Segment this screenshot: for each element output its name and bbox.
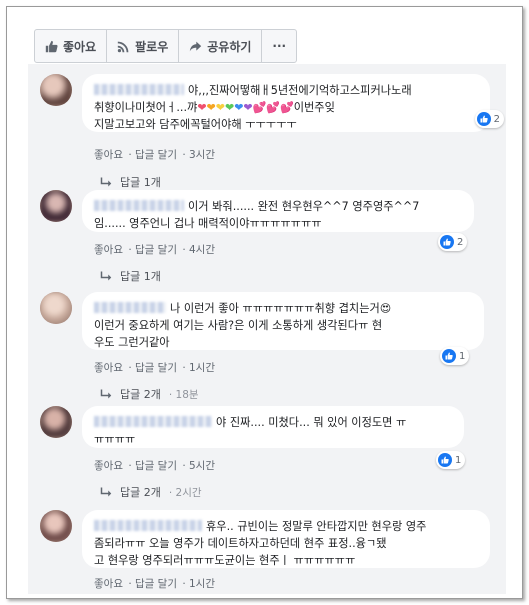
comment-time[interactable]: 5시간: [189, 460, 215, 472]
comment-text-line: 이런거 중요하게 여기는 사람?은 이게 소통하게 생각된다ㅠ 현: [94, 319, 383, 332]
comment-bubble: 휴우.. 규빈이는 정말루 안타깝지만 현우랑 영주 좀되라ㅠㅠ 오늘 영주가 …: [82, 510, 490, 568]
follow-button-label: 팔로우: [135, 39, 169, 54]
view-replies-link[interactable]: 답글 2개 · 18분: [100, 386, 199, 402]
more-options-icon: ···: [272, 39, 287, 53]
reply-arrow-icon: [100, 271, 112, 281]
commenter-name-blurred[interactable]: [94, 416, 212, 427]
comment-text-line: 야 진짜.... 미쳤다... 뭐 있어 이정도면 ㅠ: [216, 416, 407, 429]
post-action-bar: 좋아요 팔로우 공유하기 ···: [34, 29, 298, 63]
like-link[interactable]: 좋아요: [94, 362, 123, 374]
reply-link[interactable]: 답글 달기: [135, 460, 177, 472]
comment-text-line: 야,,,진짜어떻해ㅐ5년전에기억하고스피커나노래: [188, 84, 412, 97]
comment-actions: 좋아요 · 답글 달기 · 5시간: [94, 460, 216, 472]
comment-time[interactable]: 1시간: [189, 578, 215, 590]
share-button[interactable]: 공유하기: [179, 30, 263, 62]
screenshot-frame: 좋아요 팔로우 공유하기 ··· 야,,,진짜어떻해ㅐ5년전에기억하고스피커나노…: [6, 6, 523, 599]
avatar[interactable]: [40, 510, 72, 542]
commenter-name-blurred[interactable]: [94, 520, 202, 531]
thumbs-up-icon: [45, 40, 58, 52]
comment-actions: 좋아요 · 답글 달기 · 4시간: [94, 244, 216, 256]
comment-text-line: 좀되라ㅠㅠ 오늘 영주가 데이트하자고하던데 현주 표정..융ㄱ됐: [94, 537, 387, 550]
rss-icon: [117, 41, 129, 52]
commenter-name-blurred[interactable]: [94, 302, 166, 313]
view-replies-link[interactable]: 답글 2개 · 2시간: [100, 484, 202, 500]
comment-text-line: 나 이런거 좋아 ㅠㅠㅠㅠㅠㅠㅠ취향 겹치는거: [170, 302, 380, 315]
comment-time[interactable]: 4시간: [189, 244, 215, 256]
comment-actions: 좋아요 · 답글 달기 · 1시간: [94, 578, 216, 590]
comment-text-line: 취향이나미쳣어ㅓ...꺄: [94, 101, 198, 114]
reply-arrow-icon: [100, 389, 112, 399]
like-link[interactable]: 좋아요: [94, 244, 123, 256]
share-arrow-icon: [190, 41, 202, 51]
comment-bubble: 야,,,진짜어떻해ㅐ5년전에기억하고스피커나노래 취향이나미쳣어ㅓ...꺄❤❤❤…: [82, 74, 504, 132]
comment-bubble: 이거 봐줘...... 완전 현우현우^^7 영주영주^^7 임...... 영…: [82, 190, 474, 232]
reply-link[interactable]: 답글 달기: [135, 149, 177, 161]
avatar[interactable]: [40, 292, 72, 324]
like-reaction-icon: [438, 453, 452, 467]
avatar[interactable]: [40, 406, 72, 438]
comment-actions: 좋아요 · 답글 달기 · 1시간: [94, 362, 216, 374]
reply-link[interactable]: 답글 달기: [135, 244, 177, 256]
comment-text-line: 우도 그런거같아: [94, 336, 170, 349]
like-link[interactable]: 좋아요: [94, 578, 123, 590]
view-replies-link[interactable]: 답글 1개: [100, 268, 161, 284]
reply-time: · 2시간: [168, 486, 202, 499]
view-replies-link[interactable]: 답글 1개: [100, 174, 161, 190]
reaction-count[interactable]: 1: [440, 347, 470, 365]
comment-time[interactable]: 1시간: [189, 362, 215, 374]
reply-link[interactable]: 답글 달기: [135, 362, 177, 374]
like-link[interactable]: 좋아요: [94, 460, 123, 472]
comment-bubble: 야 진짜.... 미쳤다... 뭐 있어 이정도면 ㅠ ㅠㅠㅠㅠ: [82, 406, 464, 448]
like-reaction-icon: [442, 349, 456, 363]
reaction-count[interactable]: 1: [436, 451, 466, 469]
reply-link[interactable]: 답글 달기: [135, 578, 177, 590]
commenter-name-blurred[interactable]: [94, 84, 184, 95]
comment-text-line: ㅠㅠㅠㅠ: [94, 433, 136, 446]
like-button[interactable]: 좋아요: [35, 30, 108, 62]
more-options-button[interactable]: ···: [262, 30, 296, 62]
comment-bubble: 나 이런거 좋아 ㅠㅠㅠㅠㅠㅠㅠ취향 겹치는거😍 이런거 중요하게 여기는 사람…: [82, 292, 484, 350]
comments-section: 야,,,진짜어떻해ㅐ5년전에기억하고스피커나노래 취향이나미쳣어ㅓ...꺄❤❤❤…: [28, 64, 506, 594]
comment-text-line: 고 현우랑 영주되러ㅠㅠㅠ도균이는 현주ㅣ ㅠㅠㅠㅠㅠㅠ: [94, 554, 356, 567]
reaction-count[interactable]: 2: [438, 233, 468, 251]
reply-arrow-icon: [100, 177, 112, 187]
heart-emoji-row: ❤❤❤❤❤❤💕💕💕: [197, 101, 294, 114]
commenter-name-blurred[interactable]: [94, 200, 184, 211]
comment-actions: 좋아요 · 답글 달기 · 3시간: [94, 149, 216, 161]
like-button-label: 좋아요: [63, 39, 97, 54]
like-reaction-icon: [440, 235, 454, 249]
reply-time: · 18분: [168, 388, 199, 401]
comment-text-line: 휴우.. 규빈이는 정말루 안타깝지만 현우랑 영주: [206, 520, 427, 533]
comment-text-line: 이거 봐줘...... 완전 현우현우^^7 영주영주^^7: [188, 200, 420, 213]
comment-text-line: 임...... 영주언니 겁나 매력적이야ㅠㅠㅠㅠㅠㅠㅠ: [94, 217, 322, 230]
heart-eyes-emoji: 😍: [379, 302, 392, 315]
like-link[interactable]: 좋아요: [94, 149, 123, 161]
reaction-count[interactable]: 2: [474, 110, 504, 128]
comment-text-line: 지말고보고와 담주에꼭털어야해 ㅜㅜㅜㅜㅜ: [94, 118, 297, 131]
share-button-label: 공유하기: [207, 39, 252, 54]
like-reaction-icon: [476, 112, 491, 126]
reply-arrow-icon: [100, 487, 112, 497]
avatar[interactable]: [40, 74, 72, 106]
comment-text-line: 이번주잊: [293, 101, 335, 114]
follow-button[interactable]: 팔로우: [107, 30, 180, 62]
comment-time[interactable]: 3시간: [189, 149, 215, 161]
avatar[interactable]: [40, 190, 72, 222]
